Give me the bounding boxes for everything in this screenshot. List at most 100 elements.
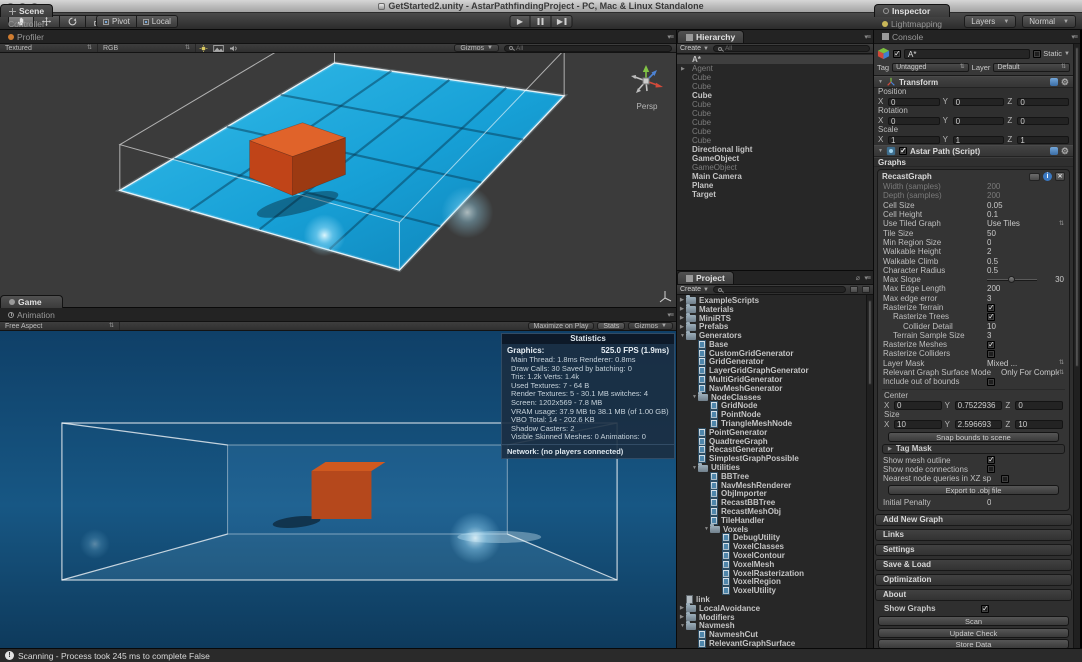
project-item[interactable]: Generators (677, 331, 866, 340)
show-graphs-checkbox[interactable] (981, 605, 989, 613)
delete-graph-icon[interactable]: ✕ (1055, 172, 1065, 181)
center-x-field[interactable]: 0 (894, 401, 942, 410)
use-tiled-graph-dropdown[interactable]: Use Tiled GraphUse Tiles⇅ (880, 219, 1067, 228)
recast-graph-header[interactable]: RecastGraph i ✕ (880, 171, 1067, 182)
position-x-field[interactable]: 0 (888, 98, 940, 107)
hierarchy-item[interactable]: Cube (677, 118, 873, 127)
scene-view-tab[interactable]: Scene (0, 4, 53, 17)
hierarchy-item[interactable]: Plane (677, 181, 873, 190)
project-item[interactable]: GridNode (677, 402, 866, 411)
pause-button[interactable] (531, 15, 552, 28)
project-item[interactable]: LayerGridGraphGenerator (677, 366, 866, 375)
project-item[interactable]: CustomGridGenerator (677, 349, 866, 358)
status-bar[interactable]: ! Scanning - Process took 245 ms to comp… (0, 648, 1082, 662)
pivot-mode-button[interactable]: Pivot (96, 15, 137, 28)
foldout-arrow-icon[interactable] (681, 66, 685, 72)
layers-dropdown[interactable]: Layers▼ (964, 15, 1016, 28)
collider-detail-row[interactable]: Collider Detail10 (880, 321, 1067, 330)
inspector-action-button[interactable]: Scan (878, 616, 1069, 626)
size-y-field[interactable]: 2.596693 (955, 420, 1003, 429)
astar-path-component-header[interactable]: ▼ Astar Path (Script) ⚙ (874, 145, 1073, 157)
center-y-field[interactable]: 0.7522936 (955, 401, 1003, 410)
position-y-field[interactable]: 0 (953, 98, 1005, 107)
project-item[interactable]: PointGenerator (677, 428, 866, 437)
aspect-dropdown[interactable]: Free Aspect⇅ (0, 322, 120, 330)
inspector-action-button[interactable]: Store Data (878, 639, 1069, 648)
color-mode-dropdown[interactable]: RGB⇅ (98, 44, 196, 52)
hierarchy-item[interactable]: GameObject (677, 163, 873, 172)
projection-mode-label[interactable]: Persp (624, 102, 670, 111)
nearest-node-xz-checkbox[interactable] (1001, 475, 1009, 483)
game-view-tab[interactable]: Animation (0, 308, 63, 321)
min-region-size-row[interactable]: Min Region Size0 (880, 238, 1067, 247)
inspector-tab[interactable]: Inspector (874, 4, 950, 17)
scrollbar-thumb[interactable] (868, 300, 872, 385)
project-item[interactable]: RelevantGraphSurface (677, 639, 866, 648)
lock-icon[interactable]: ⌀ (856, 274, 859, 282)
static-toggle[interactable]: Static ▼ (1033, 49, 1070, 58)
tab-hierarchy[interactable]: Hierarchy (677, 30, 744, 43)
inspector-action-button[interactable]: Update Check (878, 628, 1069, 638)
rasterize-meshes-checkbox[interactable] (987, 341, 995, 349)
hierarchy-item[interactable]: Cube (677, 91, 873, 100)
hierarchy-item[interactable]: Cube (677, 100, 873, 109)
slider-thumb[interactable] (1008, 276, 1015, 283)
scale-z-field[interactable]: 1 (1017, 136, 1069, 145)
inspector-section-header[interactable]: About (875, 589, 1072, 601)
draw-mode-dropdown[interactable]: Textured⇅ (0, 44, 98, 52)
size-x-field[interactable]: 10 (894, 420, 942, 429)
panel-menu-icon[interactable]: ▾≡ (1071, 33, 1077, 41)
hierarchy-item[interactable]: Agent (677, 64, 873, 73)
inspector-section-header[interactable]: Links (875, 529, 1072, 541)
project-item[interactable]: QuadtreeGraph (677, 437, 866, 446)
project-item[interactable]: VoxelUtility (677, 586, 866, 595)
project-item[interactable]: ObjImporter (677, 490, 866, 499)
layer-dropdown[interactable]: Default⇅ (993, 63, 1070, 72)
project-item[interactable]: RecastMeshObj (677, 507, 866, 516)
project-item[interactable]: Utilities (677, 463, 866, 472)
max-edge-length-row[interactable]: Max Edge Length200 (880, 284, 1067, 293)
scene-viewport[interactable]: Persp (0, 53, 676, 307)
show-mesh-outline-checkbox[interactable] (987, 456, 995, 464)
hierarchy-item[interactable]: Cube (677, 109, 873, 118)
project-item[interactable]: VoxelRasterization (677, 569, 866, 578)
hierarchy-search-input[interactable]: All (713, 45, 870, 52)
character-radius-row[interactable]: Character Radius0.5 (880, 266, 1067, 275)
walkable-climb-row[interactable]: Walkable Climb0.5 (880, 256, 1067, 265)
scene-view-tab[interactable]: Controller (0, 17, 53, 30)
show-node-connections-checkbox[interactable] (987, 465, 995, 473)
project-item[interactable]: NavMeshRenderer (677, 481, 866, 490)
maximize-on-play-button[interactable]: Maximize on Play (528, 322, 595, 330)
project-item[interactable]: VoxelRegion (677, 578, 866, 587)
rotation-y-field[interactable]: 0 (953, 117, 1005, 126)
scene-orientation-gizmo[interactable]: Persp (624, 57, 670, 111)
rasterize-terrain-checkbox[interactable] (987, 304, 995, 312)
include-oob-checkbox[interactable] (987, 378, 995, 386)
active-checkbox[interactable] (893, 50, 901, 58)
scale-y-field[interactable]: 1 (953, 136, 1005, 145)
project-item[interactable]: NavmeshCut (677, 630, 866, 639)
foldout-arrow-icon[interactable]: ▶ (888, 446, 892, 452)
panel-menu-icon[interactable]: ▾≡ (667, 311, 673, 319)
project-item[interactable]: MultiGridGenerator (677, 375, 866, 384)
local-mode-button[interactable]: Local (137, 15, 178, 28)
game-viewport[interactable]: Statistics Graphics: 525.0 FPS (1.9ms) M… (0, 331, 676, 648)
snap-bounds-button[interactable]: Snap bounds to scene (888, 432, 1059, 442)
project-item[interactable]: MiniRTS (677, 314, 866, 323)
surface-mode-dropdown[interactable]: Relevant Graph Surface ModeOnly For Comp… (880, 368, 1067, 377)
hierarchy-item[interactable]: GameObject (677, 154, 873, 163)
search-by-label-icon[interactable] (862, 286, 870, 293)
rasterize-trees-checkbox[interactable] (987, 313, 995, 321)
center-z-field[interactable]: 0 (1015, 401, 1063, 410)
lighting-toggle-icon[interactable] (198, 45, 209, 52)
tile-size-row[interactable]: Tile Size50 (880, 228, 1067, 237)
hierarchy-item[interactable]: Main Camera (677, 172, 873, 181)
rotation-z-field[interactable]: 0 (1017, 117, 1069, 126)
panel-menu-icon[interactable]: ▾≡ (864, 274, 870, 282)
inspector-tab[interactable]: Lightmapping (874, 17, 950, 30)
foldout-arrow-icon[interactable]: ▼ (878, 148, 883, 154)
project-item[interactable]: VoxelClasses (677, 542, 866, 551)
play-button[interactable]: ▶ (510, 15, 531, 28)
graphs-section-label[interactable]: Graphs (874, 157, 1073, 167)
project-item[interactable]: ExampleScripts (677, 296, 866, 305)
